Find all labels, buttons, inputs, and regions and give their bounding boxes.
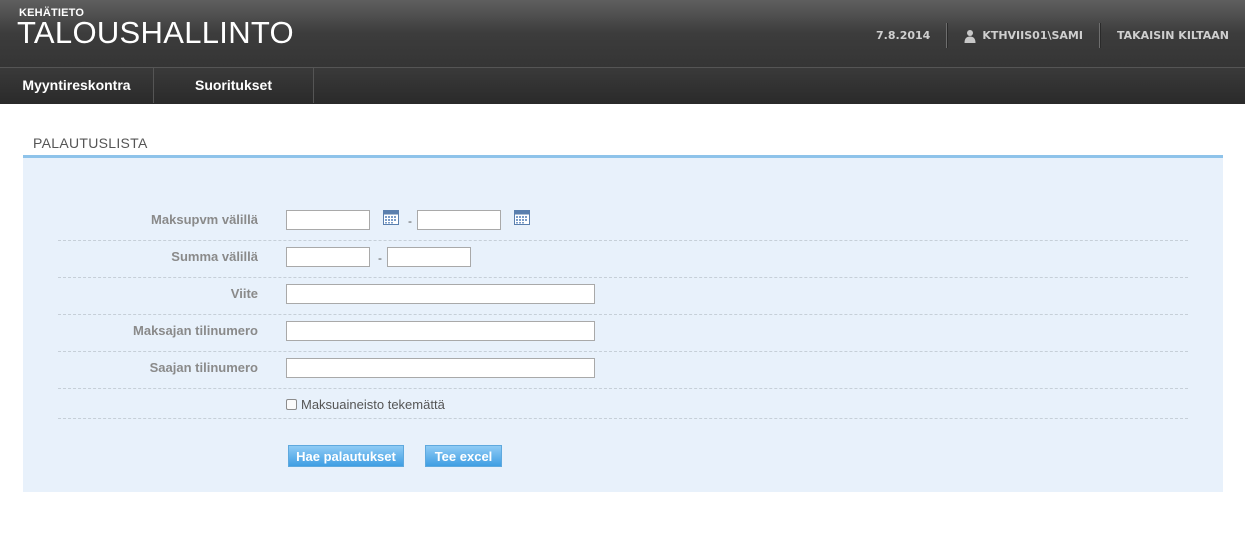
form-row-maksajan: Maksajan tilinumero (58, 314, 1188, 352)
saajan-tilinumero-input[interactable] (286, 358, 595, 378)
user-name: KTHVIIS01\SAMI (982, 29, 1083, 42)
viite-label: Viite (230, 286, 258, 301)
maksupvm-from-input[interactable] (286, 210, 370, 230)
summa-from-input[interactable] (286, 247, 370, 267)
maksuaineisto-label: Maksuaineisto tekemättä (301, 397, 445, 412)
maksupvm-to-input[interactable] (417, 210, 501, 230)
user-icon (964, 29, 976, 43)
calendar-icon[interactable] (514, 210, 530, 225)
app-title: TALOUSHALLINTO (17, 15, 294, 50)
search-button[interactable]: Hae palautukset (288, 445, 404, 467)
saajan-tilinumero-label: Saajan tilinumero (149, 360, 258, 375)
form-row-viite: Viite (58, 277, 1188, 315)
maksajan-tilinumero-input[interactable] (286, 321, 595, 341)
form-row-maksupvm: Maksupvm välillä - (58, 203, 1188, 241)
form-row-saajan: Saajan tilinumero (58, 351, 1188, 389)
summa-label: Summa välillä (171, 249, 258, 264)
summa-to-input[interactable] (387, 247, 471, 267)
maksajan-tilinumero-label: Maksajan tilinumero (133, 323, 258, 338)
form-row-maksuaineisto: Maksuaineisto tekemättä (58, 388, 1188, 419)
excel-button[interactable]: Tee excel (425, 445, 502, 467)
nav-suoritukset[interactable]: Suoritukset (154, 68, 314, 103)
maksuaineisto-checkbox[interactable] (286, 399, 297, 410)
main-nav: Myyntireskontra Suoritukset (0, 67, 1245, 104)
calendar-icon[interactable] (383, 210, 399, 225)
maksupvm-label: Maksupvm välillä (151, 212, 258, 227)
nav-myyntireskontra[interactable]: Myyntireskontra (0, 68, 154, 103)
header-info: 7.8.2014 KTHVIIS01\SAMI TAKAISIN KILTAAN (860, 23, 1245, 48)
range-separator: - (408, 214, 412, 228)
search-form-panel: Maksupvm välillä - Summa välillä - Viite… (23, 158, 1223, 492)
range-separator: - (378, 251, 382, 265)
current-user: KTHVIIS01\SAMI (948, 23, 1099, 48)
current-date: 7.8.2014 (876, 29, 931, 42)
page-title: PALAUTUSLISTA (33, 135, 148, 151)
form-row-summa: Summa välillä - (58, 240, 1188, 278)
top-header: KEHÄTIETO TALOUSHALLINTO 7.8.2014 KTHVII… (0, 0, 1245, 67)
viite-input[interactable] (286, 284, 595, 304)
back-link[interactable]: TAKAISIN KILTAAN (1101, 23, 1245, 48)
maksuaineisto-option[interactable]: Maksuaineisto tekemättä (286, 397, 445, 412)
